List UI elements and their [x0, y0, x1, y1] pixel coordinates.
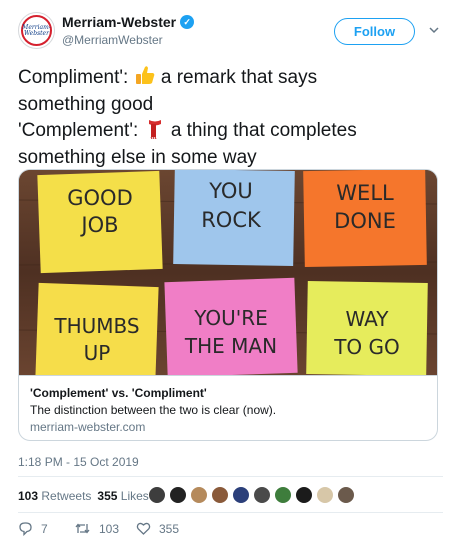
user-handle[interactable]: @MerriamWebster	[62, 33, 163, 47]
avatar[interactable]: Merriam- Webster	[18, 12, 55, 49]
reply-icon	[18, 521, 33, 536]
logo-text-2: Webster	[24, 29, 49, 37]
tweet-header: Merriam- Webster Merriam-Webster ✓ @Merr…	[18, 12, 443, 52]
sticky-note-youre-the-man: YOU'RE THE MAN	[164, 277, 298, 378]
avatar[interactable]	[211, 486, 229, 504]
compliment-term: Compliment':	[18, 67, 129, 88]
compliment-definition-1: a remark that says	[160, 67, 318, 88]
liker-avatars	[148, 486, 355, 504]
retweets-stat[interactable]: 103 Retweets	[18, 489, 91, 503]
retweet-button[interactable]: 103	[74, 521, 136, 536]
note-done-text: DONE	[334, 209, 396, 233]
avatar[interactable]	[337, 486, 355, 504]
engagement-stats: 103 Retweets 355 Likes	[18, 485, 149, 507]
tweet-text: Compliment': a remark that says somethin…	[18, 64, 443, 170]
note-you-text: YOU	[208, 179, 253, 203]
tweet-line-2: something good	[18, 94, 154, 115]
display-name[interactable]: Merriam-Webster ✓	[62, 14, 195, 30]
scarf-emoji	[144, 117, 166, 146]
tweet-line-3: 'Complement': a thing that completes	[18, 117, 443, 146]
chevron-down-icon[interactable]	[428, 24, 442, 38]
tweet-line-1: Compliment': a remark that says	[18, 64, 443, 93]
display-name-text: Merriam-Webster	[62, 14, 177, 30]
card-image-sticky-notes[interactable]: GOOD JOB YOU ROCK WELL DONE THUMBS UP YO…	[19, 170, 437, 383]
avatar[interactable]	[148, 486, 166, 504]
tweet-actions: 7 103 355	[18, 521, 179, 536]
avatar[interactable]	[190, 486, 208, 504]
note-thumbs-text: THUMBS	[53, 314, 139, 338]
divider-top	[18, 476, 443, 477]
thumbs-up-emoji	[134, 64, 156, 93]
merriam-webster-logo: Merriam- Webster	[21, 15, 52, 46]
likes-label: Likes	[120, 489, 149, 503]
follow-button[interactable]: Follow	[334, 18, 415, 45]
like-count: 355	[159, 521, 180, 536]
note-the-man-text: THE MAN	[184, 334, 277, 358]
heart-icon	[136, 521, 151, 536]
retweets-count: 103	[18, 489, 39, 503]
reply-button[interactable]: 7	[18, 521, 74, 536]
sticky-note-well-done: WELL DONE	[303, 170, 427, 268]
avatar[interactable]	[232, 486, 250, 504]
avatar[interactable]	[295, 486, 313, 504]
sticky-note-way-to-go: WAY TO GO	[306, 280, 428, 377]
avatar[interactable]	[253, 486, 271, 504]
note-well-text: WELL	[336, 181, 394, 205]
sticky-note-you-rock: YOU ROCK	[173, 170, 295, 267]
verified-badge-icon: ✓	[180, 15, 195, 29]
avatar[interactable]	[316, 486, 334, 504]
tweet-timestamp[interactable]: 1:18 PM - 15 Oct 2019	[18, 455, 139, 469]
divider-bottom	[18, 512, 443, 513]
sticky-note-thumbs-up: THUMBS UP	[35, 282, 159, 383]
retweet-count: 103	[99, 521, 120, 536]
tweet-line-4: something else in some way	[18, 147, 257, 168]
note-rock-text: ROCK	[201, 208, 262, 232]
card-domain: merriam-webster.com	[30, 420, 146, 434]
note-job-text: JOB	[79, 213, 118, 237]
avatar[interactable]	[169, 486, 187, 504]
avatar[interactable]	[274, 486, 292, 504]
retweet-icon	[74, 521, 91, 536]
link-card[interactable]: GOOD JOB YOU ROCK WELL DONE THUMBS UP YO…	[18, 169, 438, 441]
like-button[interactable]: 355	[136, 521, 179, 536]
card-body[interactable]: 'Complement' vs. 'Compliment' The distin…	[19, 375, 437, 440]
note-youre-text: YOU'RE	[193, 306, 268, 330]
note-to-go-text: TO GO	[333, 335, 400, 359]
retweets-label: Retweets	[41, 489, 92, 503]
complement-definition-1: a thing that completes	[170, 120, 357, 141]
complement-term: 'Complement':	[18, 120, 139, 141]
card-title: 'Complement' vs. 'Compliment'	[30, 386, 207, 400]
sticky-note-good-job: GOOD JOB	[37, 170, 163, 274]
note-up-text: UP	[84, 341, 111, 365]
note-way-text: WAY	[345, 307, 389, 331]
reply-count: 7	[41, 521, 48, 536]
card-description: The distinction between the two is clear…	[30, 403, 277, 417]
note-good-text: GOOD	[67, 186, 133, 210]
likes-count: 355	[97, 489, 118, 503]
likes-stat[interactable]: 355 Likes	[97, 489, 148, 503]
